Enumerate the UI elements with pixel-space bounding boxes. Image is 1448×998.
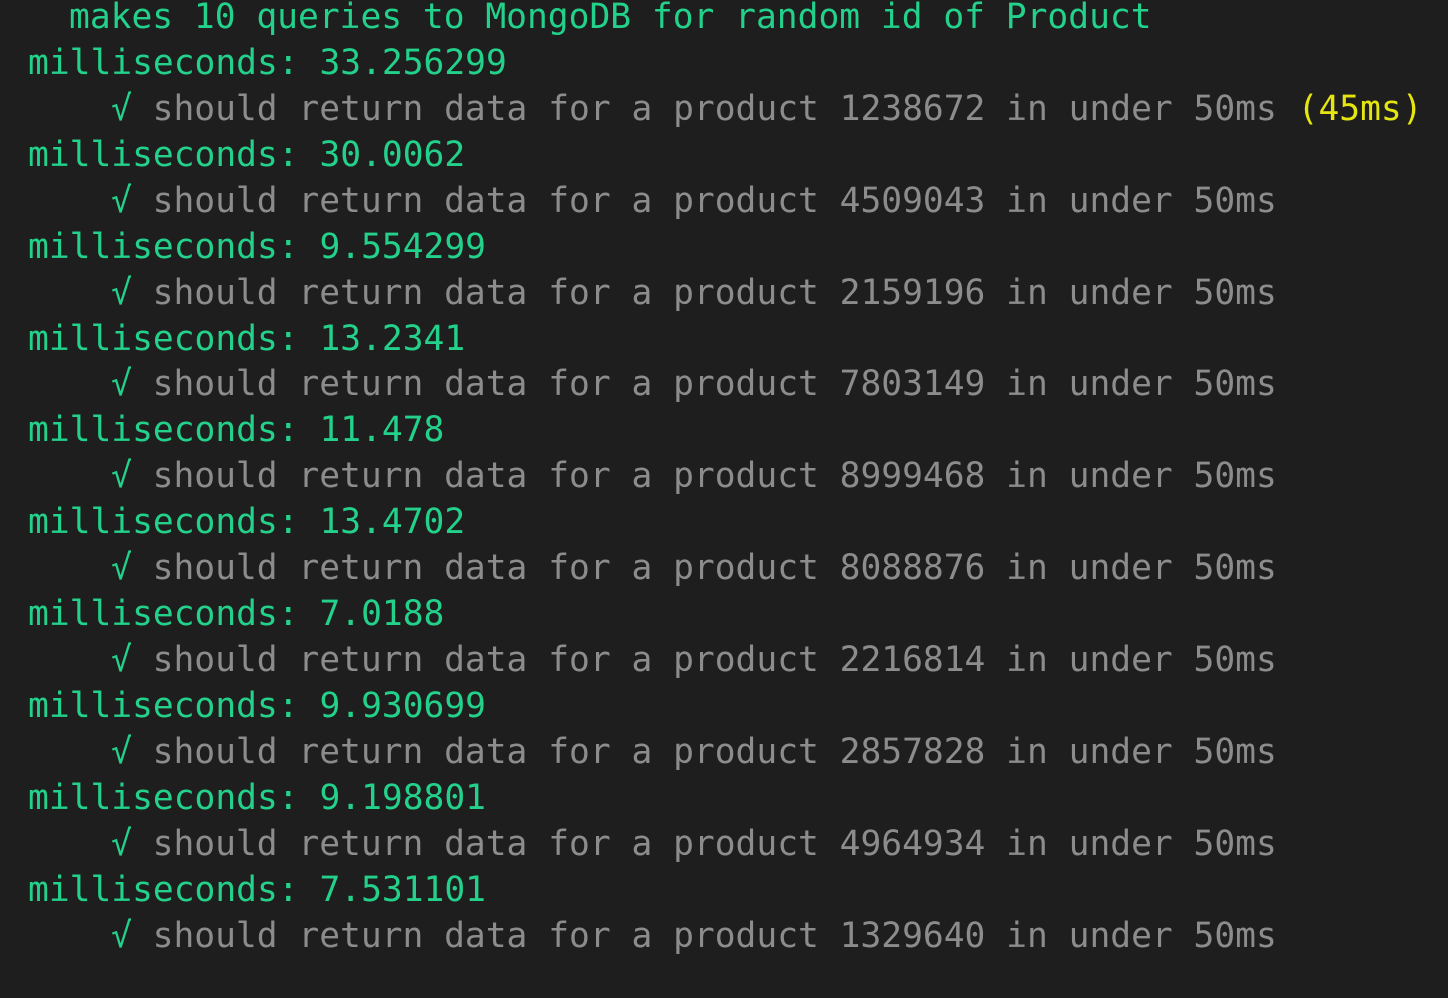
check-icon: √ bbox=[111, 456, 132, 496]
milliseconds-log-line: milliseconds: 33.256299 bbox=[28, 43, 507, 83]
milliseconds-log-line: milliseconds: 9.930699 bbox=[28, 686, 486, 726]
milliseconds-log-line: milliseconds: 13.4702 bbox=[28, 502, 466, 542]
test-description: should return data for a product 8088876… bbox=[152, 548, 1277, 588]
check-icon: √ bbox=[111, 548, 132, 588]
milliseconds-log-line: milliseconds: 9.554299 bbox=[28, 227, 486, 267]
check-icon: √ bbox=[111, 732, 132, 772]
check-icon: √ bbox=[111, 364, 132, 404]
test-description: should return data for a product 2216814… bbox=[152, 640, 1277, 680]
test-result-line: √ should return data for a product 45090… bbox=[111, 178, 1277, 224]
milliseconds-log-line: milliseconds: 9.198801 bbox=[28, 778, 486, 818]
test-result-line: √ should return data for a product 21591… bbox=[111, 270, 1277, 316]
test-result-line: √ should return data for a product 13296… bbox=[111, 913, 1277, 959]
test-result-line: √ should return data for a product 89994… bbox=[111, 453, 1277, 499]
check-icon: √ bbox=[111, 181, 132, 221]
test-result-line: √ should return data for a product 22168… bbox=[111, 637, 1277, 683]
milliseconds-log-line: milliseconds: 7.0188 bbox=[28, 594, 445, 634]
test-description: should return data for a product 2159196… bbox=[152, 273, 1277, 313]
check-icon: √ bbox=[111, 273, 132, 313]
test-result-line: √ should return data for a product 28578… bbox=[111, 729, 1277, 775]
check-icon: √ bbox=[111, 89, 132, 129]
test-description: should return data for a product 1238672… bbox=[152, 89, 1277, 129]
test-description: should return data for a product 1329640… bbox=[152, 916, 1277, 956]
check-icon: √ bbox=[111, 640, 132, 680]
milliseconds-log-line: milliseconds: 7.531101 bbox=[28, 870, 486, 910]
test-description: should return data for a product 7803149… bbox=[152, 364, 1277, 404]
test-description: should return data for a product 4509043… bbox=[152, 181, 1277, 221]
test-description: should return data for a product 4964934… bbox=[152, 824, 1277, 864]
milliseconds-log-line: milliseconds: 13.2341 bbox=[28, 319, 466, 359]
test-suite-title: makes 10 queries to MongoDB for random i… bbox=[69, 0, 1152, 37]
check-icon: √ bbox=[111, 824, 132, 864]
slow-test-duration: (45ms) bbox=[1297, 89, 1423, 129]
test-result-line: √ should return data for a product 49649… bbox=[111, 821, 1277, 867]
test-result-line: √ should return data for a product 12386… bbox=[111, 86, 1423, 132]
check-icon: √ bbox=[111, 916, 132, 956]
test-description: should return data for a product 2857828… bbox=[152, 732, 1277, 772]
test-description: should return data for a product 8999468… bbox=[152, 456, 1277, 496]
test-result-line: √ should return data for a product 80888… bbox=[111, 545, 1277, 591]
milliseconds-log-line: milliseconds: 11.478 bbox=[28, 410, 445, 450]
test-result-line: √ should return data for a product 78031… bbox=[111, 361, 1277, 407]
milliseconds-log-line: milliseconds: 30.0062 bbox=[28, 135, 466, 175]
terminal-output: makes 10 queries to MongoDB for random i… bbox=[0, 0, 1448, 998]
